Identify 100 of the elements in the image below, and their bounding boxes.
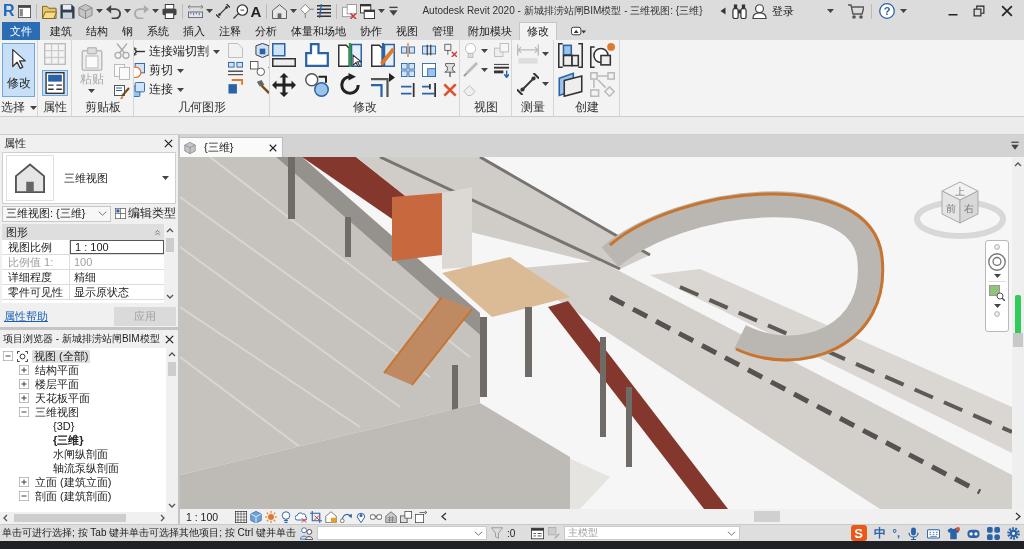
sign-in-link[interactable]: 登录 (772, 3, 794, 19)
minus-box-icon[interactable] (19, 491, 29, 501)
caret-icon[interactable] (290, 9, 298, 13)
circle-square-icon[interactable] (134, 63, 145, 78)
panels-cursor-icon[interactable] (338, 43, 362, 67)
overlap-squares-icon[interactable] (134, 82, 145, 97)
caret-icon[interactable] (162, 176, 169, 180)
diagonal-dimension-icon[interactable] (215, 4, 230, 18)
cloud-cross-icon[interactable] (295, 510, 308, 523)
trim-lines-icon[interactable] (401, 83, 415, 97)
people-icon[interactable] (299, 526, 313, 540)
tree-item[interactable]: 结构平面 (33, 363, 81, 377)
chevron-down-icon[interactable] (98, 209, 107, 218)
windows-icon[interactable] (360, 3, 376, 19)
text-tool[interactable]: A (250, 3, 262, 19)
gear-icon[interactable] (1007, 526, 1020, 540)
square-corner-icon[interactable] (228, 79, 243, 94)
instance-dropdown[interactable]: 三维视图: {三维} (2, 205, 111, 222)
folder-icon[interactable] (41, 3, 57, 19)
caret-icon[interactable] (205, 9, 213, 13)
zoom-region-icon[interactable] (989, 285, 1005, 301)
extend-lines-icon[interactable] (422, 83, 436, 97)
ribbon-tab[interactable]: 附加模块 (461, 22, 519, 40)
caret-icon[interactable] (541, 52, 549, 56)
panel-title[interactable]: 选择 (0, 100, 37, 115)
view-scale[interactable]: 1 : 100 (186, 510, 219, 523)
tree-item[interactable]: 剖面 (建筑剖面) (33, 489, 114, 503)
vertical-scrollbar[interactable] (1012, 157, 1024, 509)
bulb-outline-icon[interactable] (280, 510, 293, 523)
app-logo[interactable]: R (3, 3, 15, 19)
hammer-icon[interactable] (255, 79, 269, 94)
close-icon[interactable] (164, 139, 173, 148)
horizontal-scrollbar[interactable] (438, 509, 1024, 524)
property-value[interactable]: 精细 (70, 270, 164, 284)
caret-icon[interactable] (95, 9, 103, 13)
minus-box-icon[interactable] (19, 407, 29, 417)
steering-wheel-icon[interactable] (988, 253, 1006, 271)
scale-square-icon[interactable] (422, 63, 436, 77)
plus-box-icon[interactable] (19, 365, 29, 375)
caret-icon[interactable] (541, 82, 549, 86)
caret-icon[interactable] (993, 304, 1001, 308)
windows-cross-icon[interactable] (342, 3, 358, 19)
l-bracket-icon[interactable] (272, 43, 296, 67)
house-pattern-icon[interactable] (385, 510, 398, 523)
wedge-line-icon[interactable] (134, 44, 145, 59)
house-icon[interactable] (272, 3, 288, 19)
ribbon-tab[interactable]: 注释 (212, 22, 248, 40)
caret-icon[interactable] (378, 9, 386, 13)
split-squares-icon[interactable] (401, 43, 415, 57)
ribbon-tab[interactable]: 系统 (140, 22, 176, 40)
four-squares-icon[interactable] (987, 526, 1000, 540)
circle-cube-gear-icon[interactable] (590, 43, 615, 68)
tool-button[interactable]: 修改 (2, 43, 35, 97)
circular-arrow-icon[interactable] (338, 73, 362, 97)
ribbon-tab[interactable]: 结构 (79, 22, 115, 40)
tool-button[interactable]: 连接 (134, 81, 186, 98)
ime-logo[interactable]: S (850, 525, 867, 541)
tree-item[interactable]: 楼层平面 (33, 377, 81, 391)
edit-type-icon[interactable] (115, 208, 126, 219)
brush-icon[interactable] (114, 85, 130, 99)
caret-icon[interactable] (29, 105, 37, 110)
split-box-icon[interactable] (422, 43, 436, 57)
tool-button[interactable]: 剪切 (134, 62, 186, 79)
four-arrows-icon[interactable] (272, 73, 296, 97)
shirt-icon[interactable] (947, 526, 960, 540)
cube-icon[interactable] (184, 141, 196, 154)
caret-icon[interactable] (900, 9, 907, 13)
tree-item[interactable]: {三维} (51, 433, 86, 447)
tree-item[interactable]: 视图 (全部) (32, 349, 91, 363)
ribbon-tab[interactable]: 建筑 (43, 22, 79, 40)
view-tab[interactable]: {三维} (180, 137, 283, 157)
split-bars-icon[interactable] (228, 61, 243, 76)
caret-icon[interactable] (827, 9, 834, 13)
corner-arrows-icon[interactable] (371, 73, 395, 97)
ribbon-tab[interactable]: 视图 (389, 22, 425, 40)
pin-icon[interactable] (443, 63, 457, 77)
stacked-panels-icon[interactable] (558, 72, 583, 97)
plus-box-icon[interactable] (19, 477, 29, 487)
ribbon-tab[interactable]: 分析 (248, 22, 284, 40)
print-icon[interactable] (161, 3, 177, 19)
caret-icon[interactable] (151, 9, 159, 13)
ruler-icon[interactable] (187, 3, 203, 19)
view-cube[interactable]: 上 前 右 (941, 181, 979, 224)
part-blocks-icon[interactable] (558, 43, 583, 68)
type-selector[interactable]: 三维视图 (2, 152, 176, 204)
ribbon-tab[interactable]: 修改 (519, 22, 557, 40)
stacked-lines-icon[interactable] (317, 4, 332, 18)
shapes-icon[interactable] (250, 61, 265, 76)
circle-leader-icon[interactable] (232, 3, 248, 19)
caret-icon[interactable] (176, 68, 184, 73)
tree-item[interactable]: 天花板平面 (33, 391, 92, 405)
minus-box-icon[interactable] (3, 351, 13, 361)
crop-cross-icon[interactable] (310, 510, 323, 523)
cart-icon[interactable] (848, 3, 864, 19)
panels-pencil-icon[interactable] (371, 43, 395, 67)
line-weights-icon[interactable] (493, 63, 509, 78)
tree-item[interactable]: 立面 (建筑立面) (33, 475, 114, 489)
pin-cross-icon[interactable] (443, 43, 457, 57)
view-brackets-icon[interactable] (17, 350, 28, 362)
caret-icon[interactable] (480, 48, 488, 53)
